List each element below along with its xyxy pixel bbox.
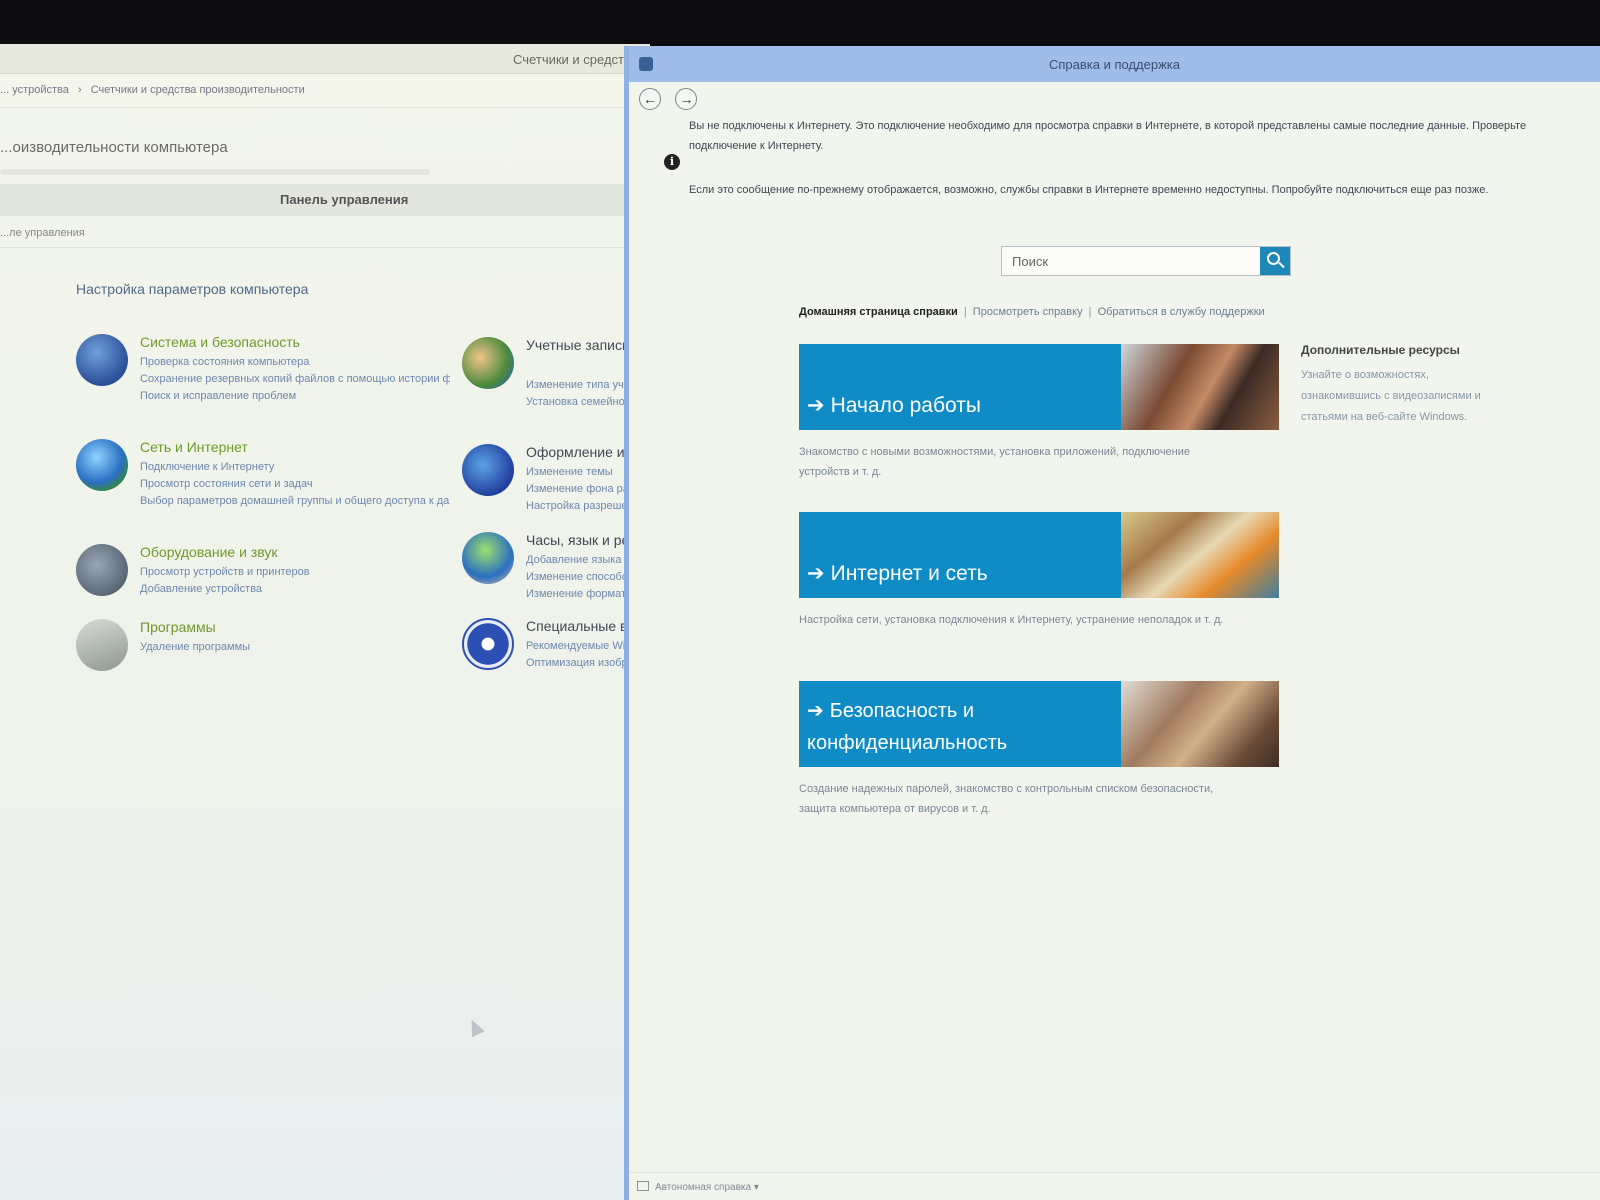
tile-getting-started: ➔ Начало работы Знакомство с новыми возмо…	[799, 344, 1279, 482]
users-icon[interactable]	[462, 337, 514, 389]
category-link[interactable]: Добавление устройства	[140, 581, 450, 598]
tile-internet-network: ➔ Интернет и сеть Настройка сети, установ…	[799, 512, 1279, 630]
category-link[interactable]: Подключение к Интернету	[140, 459, 450, 476]
perf-subtitle-line	[0, 169, 430, 175]
clock-globe-icon[interactable]	[462, 532, 514, 584]
offline-message-text-2: Если это сообщение по-прежнему отображае…	[689, 184, 1489, 196]
offline-message: Вы не подключены к Интернету. Это подклю…	[689, 116, 1569, 200]
tile-photo	[1121, 512, 1279, 598]
tile-description: Знакомство с новыми возможностями, устан…	[799, 446, 1191, 478]
search-input[interactable]	[1002, 247, 1252, 275]
programs-icon[interactable]	[76, 619, 128, 671]
tile-banner[interactable]: ➔ Начало работы	[799, 344, 1279, 430]
breadcrumb-separator: ›	[77, 84, 82, 96]
arrow-right-icon: ➔	[807, 394, 825, 417]
help-search-box	[1001, 246, 1291, 276]
tile-photo	[1121, 681, 1279, 767]
browse-help-link[interactable]: Просмотреть справку	[973, 306, 1083, 318]
category-title[interactable]: Оборудование и звук	[140, 544, 278, 560]
help-title-bar[interactable]: Справка и поддержка	[629, 46, 1600, 82]
cp-header: Панель управления	[0, 184, 650, 216]
tile-security-privacy: ➔ Безопасность и конфиденциальность Созда…	[799, 681, 1279, 819]
category-title[interactable]: Сеть и Интернет	[140, 439, 248, 455]
help-home-link[interactable]: Домашняя страница справки	[799, 306, 958, 318]
control-panel-window: Счетчики и средства ... устройства › Сче…	[0, 44, 650, 1200]
divider	[0, 247, 650, 248]
tile-banner[interactable]: ➔ Интернет и сеть	[799, 512, 1279, 598]
nav-buttons: ← →	[639, 88, 707, 110]
cp-address-bar[interactable]: ... устройства › Счетчики и средства про…	[0, 74, 650, 108]
forward-arrow-icon[interactable]: →	[675, 88, 698, 110]
info-icon: i	[664, 154, 680, 170]
additional-resources: Дополнительные ресурсы Узнайте о возможн…	[1301, 343, 1501, 428]
breadcrumb-item[interactable]: ... устройства	[0, 84, 69, 96]
help-window: Справка и поддержка ← → i Вы не подключе…	[624, 46, 1600, 1200]
contact-support-link[interactable]: Обратиться в службу поддержки	[1098, 306, 1265, 318]
help-home-nav: Домашняя страница справки | Просмотреть …	[799, 306, 1265, 318]
tile-description: Настройка сети, установка подключения к …	[799, 614, 1224, 626]
shield-icon[interactable]	[76, 334, 128, 386]
category-link[interactable]: Выбор параметров домашней группы и общег…	[140, 493, 450, 510]
tile-banner[interactable]: ➔ Безопасность и конфиденциальность	[799, 681, 1279, 767]
offline-message-text: Вы не подключены к Интернету. Это подклю…	[689, 120, 1527, 152]
help-window-title: Справка и поддержка	[1049, 57, 1180, 72]
category-title[interactable]: Программы	[140, 619, 216, 635]
appearance-icon[interactable]	[462, 444, 514, 496]
category-link[interactable]: Просмотр состояния сети и задач	[140, 476, 450, 493]
arrow-right-icon: ➔	[807, 700, 824, 722]
tile-title: Начало работы	[830, 394, 981, 417]
cp-breadcrumb[interactable]: ...ле управления	[0, 227, 85, 239]
cp-title-bar: Счетчики и средства	[0, 44, 650, 74]
category-link[interactable]: Поиск и исправление проблем	[140, 388, 450, 405]
tile-title: Безопасность и конфиденциальность	[807, 700, 1008, 754]
settings-title: Настройка параметров компьютера	[76, 281, 309, 297]
accessibility-icon[interactable]	[462, 618, 514, 670]
tile-title: Интернет и сеть	[830, 562, 988, 585]
tile-photo	[1121, 344, 1279, 430]
tile-description: Создание надежных паролей, знакомство с …	[799, 783, 1214, 815]
mouse-cursor-icon	[465, 1016, 485, 1038]
cp-window-title: Счетчики и средства	[513, 52, 638, 67]
offline-help-toggle[interactable]: Автономная справка ▾	[655, 1182, 759, 1193]
printer-icon[interactable]	[76, 544, 128, 596]
perf-page-title: ...оизводительности компьютера	[0, 139, 228, 156]
category-link[interactable]: Просмотр устройств и принтеров	[140, 564, 450, 581]
category-link[interactable]: Проверка состояния компьютера	[140, 354, 450, 371]
side-text: Узнайте о возможностях, ознакомившись с …	[1301, 369, 1481, 423]
back-arrow-icon[interactable]: ←	[639, 88, 661, 110]
category-link[interactable]: Удаление программы	[140, 639, 450, 656]
arrow-right-icon: ➔	[807, 562, 825, 585]
offline-help-icon	[637, 1181, 649, 1191]
category-link[interactable]: Сохранение резервных копий файлов с помо…	[140, 371, 450, 388]
category-title[interactable]: Система и безопасность	[140, 334, 300, 350]
breadcrumb-item[interactable]: Счетчики и средства производительности	[91, 84, 305, 96]
search-button[interactable]	[1260, 247, 1290, 275]
help-status-bar: Автономная справка ▾	[629, 1172, 1600, 1200]
network-globe-icon[interactable]	[76, 439, 128, 491]
side-title[interactable]: Дополнительные ресурсы	[1301, 343, 1501, 357]
